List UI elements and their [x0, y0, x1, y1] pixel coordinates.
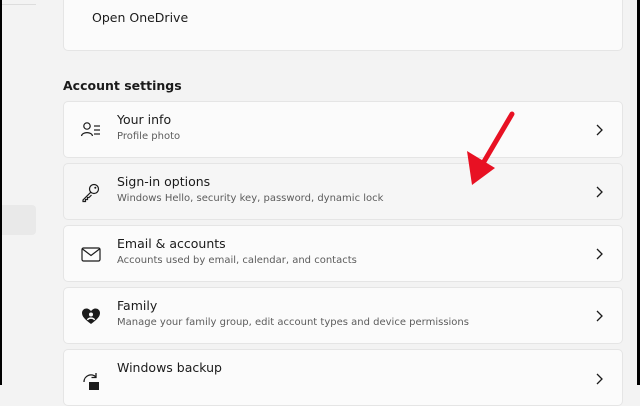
window-frame-left — [0, 0, 2, 385]
sidebar-top-item — [2, 0, 36, 5]
your-info-row[interactable]: Your info Profile photo — [63, 101, 623, 158]
sign-in-options-subtitle: Windows Hello, security key, password, d… — [117, 193, 384, 204]
your-info-title: Your info — [117, 112, 172, 127]
mail-icon — [81, 246, 101, 262]
email-accounts-title: Email & accounts — [117, 236, 226, 251]
chevron-right-icon — [596, 310, 603, 321]
backup-icon — [83, 373, 99, 390]
section-title: Account settings — [63, 78, 182, 93]
sign-in-options-title: Sign-in options — [117, 174, 211, 189]
family-row[interactable]: Family Manage your family group, edit ac… — [63, 287, 623, 344]
sign-in-options-row[interactable]: Sign-in options Windows Hello, security … — [63, 163, 623, 220]
chevron-right-icon — [596, 248, 603, 259]
chevron-right-icon — [596, 124, 603, 135]
red-arrow-icon — [467, 111, 515, 185]
chevron-right-icon — [596, 186, 603, 197]
chevron-right-icon — [596, 373, 603, 385]
sidebar-selected-item[interactable] — [2, 205, 36, 235]
family-title: Family — [117, 298, 158, 313]
family-heart-icon — [82, 308, 100, 324]
family-subtitle: Manage your family group, edit account t… — [117, 317, 469, 328]
key-icon — [82, 183, 100, 202]
windows-backup-row[interactable]: Windows backup — [63, 349, 623, 406]
your-info-subtitle: Profile photo — [117, 131, 181, 142]
profile-icon — [80, 121, 100, 136]
open-onedrive-card[interactable]: Open OneDrive — [63, 0, 623, 51]
email-accounts-subtitle: Accounts used by email, calendar, and co… — [117, 255, 357, 266]
open-onedrive-label: Open OneDrive — [92, 10, 189, 25]
email-accounts-row[interactable]: Email & accounts Accounts used by email,… — [63, 225, 623, 282]
windows-backup-title: Windows backup — [117, 360, 222, 375]
